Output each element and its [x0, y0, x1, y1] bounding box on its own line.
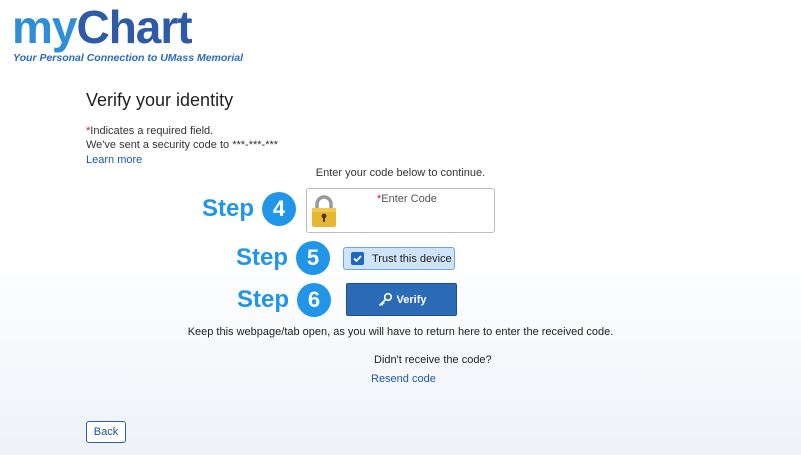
page-title: Verify your identity — [86, 90, 234, 110]
trust-device-label: Trust this device — [372, 252, 452, 265]
step-number-5: 5 — [296, 241, 331, 275]
keep-tab-open-message: Keep this webpage/tab open, as you will … — [0, 326, 801, 338]
enter-code-field[interactable]: *Enter Code — [306, 188, 495, 233]
logo-tagline: Your Personal Connection to UMass Memori… — [13, 52, 244, 64]
required-field-note: *Indicates a required field. — [86, 125, 213, 137]
back-button[interactable]: Back — [86, 421, 126, 443]
enter-code-instructions: Enter your code below to continue. — [0, 167, 801, 179]
step-word: Step — [202, 195, 255, 222]
enter-code-input[interactable] — [347, 209, 487, 229]
trust-device-toggle[interactable]: Trust this device — [343, 247, 455, 270]
step-6-annotation: Step 6 — [237, 283, 332, 317]
enter-code-label-text: Enter Code — [381, 193, 437, 205]
key-icon — [378, 292, 392, 306]
enter-code-instructions-text: Enter your code below to continue. — [315, 167, 486, 179]
logo-my: my — [12, 1, 77, 53]
logo-wordmark: myChart — [12, 2, 243, 52]
step-word: Step — [237, 286, 290, 313]
step-4-annotation: Step 4 — [202, 192, 297, 226]
required-note-text: Indicates a required field. — [90, 125, 214, 137]
lock-icon — [309, 194, 339, 233]
mychart-logo: myChart Your Personal Connection to UMas… — [12, 2, 243, 64]
step-number-4: 4 — [262, 192, 297, 226]
security-code-sent-note: We've sent a security code to ***-***-**… — [86, 139, 279, 151]
enter-code-label: *Enter Code — [377, 193, 437, 205]
didnt-receive-code-text: Didn't receive the code? — [374, 354, 492, 366]
step-word: Step — [236, 244, 289, 271]
step-5-annotation: Step 5 — [236, 241, 331, 275]
logo-chart: Chart — [76, 1, 192, 53]
resend-code-link[interactable]: Resend code — [371, 373, 436, 385]
learn-more-link[interactable]: Learn more — [86, 154, 142, 166]
verify-button-label: Verify — [396, 293, 427, 306]
step-number-6: 6 — [297, 283, 332, 317]
keep-tab-open-text: Keep this webpage/tab open, as you will … — [187, 326, 614, 338]
verify-button[interactable]: Verify — [346, 283, 457, 316]
check-icon — [353, 255, 362, 263]
trust-device-checkbox[interactable] — [351, 252, 364, 265]
